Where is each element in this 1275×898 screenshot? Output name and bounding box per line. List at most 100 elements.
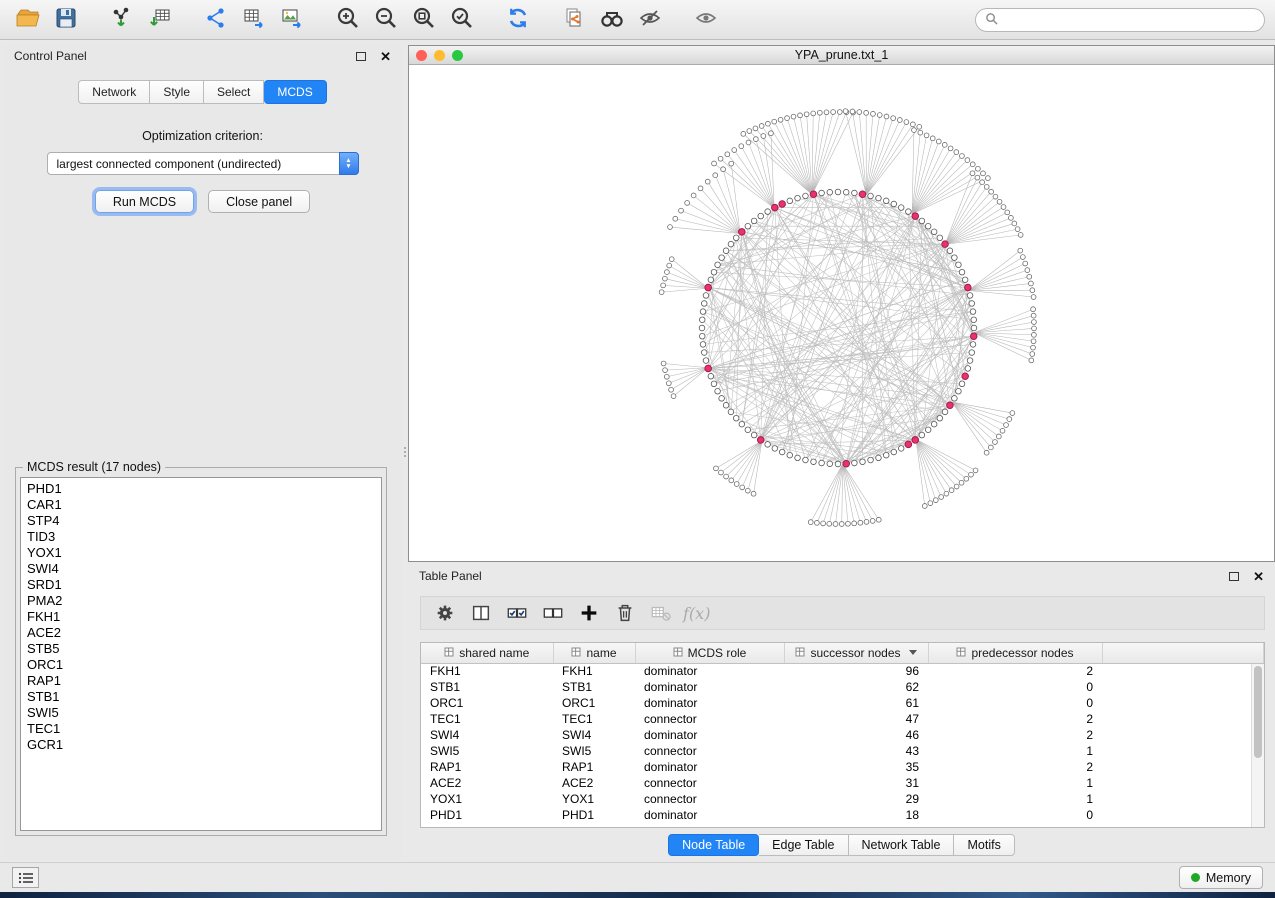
zoom-selected-button[interactable] <box>444 4 480 36</box>
cell-mcds-role: connector <box>635 775 784 791</box>
cell-shared-name: STB1 <box>421 679 553 695</box>
table-settings-button[interactable] <box>431 600 458 626</box>
dropdown-stepper-icon: ▲▼ <box>339 152 359 175</box>
zoom-in-button[interactable] <box>330 4 366 36</box>
cell-name: RAP1 <box>553 759 635 775</box>
optimization-criterion-dropdown[interactable]: largest connected component (undirected)… <box>47 152 359 175</box>
create-column-button[interactable] <box>575 600 602 626</box>
cell-predecessor-nodes: 1 <box>928 775 1102 791</box>
export-image-button[interactable] <box>274 4 310 36</box>
show-columns-button[interactable] <box>467 600 494 626</box>
zoom-out-button[interactable] <box>368 4 404 36</box>
mcds-result-item[interactable]: PMA2 <box>27 593 381 609</box>
table-row[interactable]: PHD1PHD1dominator180 <box>421 807 1264 823</box>
copy-network-button[interactable] <box>556 4 592 36</box>
tab-edge-table[interactable]: Edge Table <box>759 834 848 856</box>
node-table: shared namenameMCDS rolesuccessor nodesp… <box>420 642 1265 828</box>
float-panel-icon[interactable] <box>356 52 366 61</box>
cell-filler <box>1102 759 1264 775</box>
table-row[interactable]: FKH1FKH1dominator962 <box>421 663 1264 679</box>
column-header-name[interactable]: name <box>553 643 635 663</box>
task-history-button[interactable] <box>12 867 39 888</box>
table-row[interactable]: STB1STB1dominator620 <box>421 679 1264 695</box>
import-network-button[interactable] <box>104 4 140 36</box>
cell-shared-name: ORC1 <box>421 695 553 711</box>
cell-predecessor-nodes: 2 <box>928 711 1102 727</box>
window-maximize-traffic-light[interactable] <box>452 50 463 61</box>
mcds-result-item[interactable]: YOX1 <box>27 545 381 561</box>
network-window-titlebar[interactable]: YPA_prune.txt_1 <box>409 46 1274 65</box>
run-mcds-button[interactable]: Run MCDS <box>95 190 194 213</box>
tab-motifs[interactable]: Motifs <box>954 834 1014 856</box>
mcds-result-item[interactable]: RAP1 <box>27 673 381 689</box>
table-row[interactable]: SWI5SWI5connector431 <box>421 743 1264 759</box>
memory-button[interactable]: Memory <box>1179 866 1263 889</box>
column-grid-icon <box>795 646 805 660</box>
mcds-result-item[interactable]: PHD1 <box>27 481 381 497</box>
mcds-result-item[interactable]: GCR1 <box>27 737 381 753</box>
close-table-panel-icon[interactable]: ✕ <box>1253 570 1264 583</box>
global-search-box[interactable] <box>975 8 1265 32</box>
delete-column-button[interactable] <box>611 600 638 626</box>
tab-select[interactable]: Select <box>204 80 264 104</box>
tab-node-table[interactable]: Node Table <box>668 834 759 856</box>
mcds-result-item[interactable]: SWI4 <box>27 561 381 577</box>
cell-shared-name: PHD1 <box>421 807 553 823</box>
mcds-result-item[interactable]: STB5 <box>27 641 381 657</box>
mcds-result-item[interactable]: STB1 <box>27 689 381 705</box>
column-header-predecessor-nodes[interactable]: predecessor nodes <box>928 643 1102 663</box>
mcds-result-item[interactable]: FKH1 <box>27 609 381 625</box>
mcds-result-item[interactable]: TEC1 <box>27 721 381 737</box>
window-close-traffic-light[interactable] <box>416 50 427 61</box>
select-all-rows-button[interactable] <box>503 600 530 626</box>
scrollbar-thumb[interactable] <box>1254 666 1262 758</box>
cell-mcds-role: dominator <box>635 679 784 695</box>
network-canvas[interactable] <box>409 65 1274 561</box>
window-minimize-traffic-light[interactable] <box>434 50 445 61</box>
open-session-button[interactable] <box>10 4 46 36</box>
cell-name: SWI5 <box>553 743 635 759</box>
tab-network-table[interactable]: Network Table <box>849 834 955 856</box>
show-visual-properties-button[interactable] <box>688 4 724 36</box>
mcds-result-item[interactable]: TID3 <box>27 529 381 545</box>
column-header-mcds-role[interactable]: MCDS role <box>635 643 784 663</box>
table-row[interactable]: ACE2ACE2connector311 <box>421 775 1264 791</box>
mcds-result-item[interactable]: SWI5 <box>27 705 381 721</box>
import-table-button[interactable] <box>142 4 178 36</box>
deselect-all-rows-button[interactable] <box>539 600 566 626</box>
save-session-button[interactable] <box>48 4 84 36</box>
tab-network[interactable]: Network <box>78 80 150 104</box>
search-network-button[interactable] <box>594 4 630 36</box>
table-row[interactable]: TEC1TEC1connector472 <box>421 711 1264 727</box>
mcds-result-item[interactable]: STP4 <box>27 513 381 529</box>
mcds-result-item[interactable]: ORC1 <box>27 657 381 673</box>
mcds-result-list[interactable]: PHD1CAR1STP4TID3YOX1SWI4SRD1PMA2FKH1ACE2… <box>20 477 382 831</box>
float-table-panel-icon[interactable] <box>1229 572 1239 581</box>
export-table-button[interactable] <box>236 4 272 36</box>
table-row[interactable]: RAP1RAP1dominator352 <box>421 759 1264 775</box>
tab-mcds[interactable]: MCDS <box>264 80 326 104</box>
apply-layout-button[interactable] <box>500 4 536 36</box>
zoom-fit-button[interactable] <box>406 4 442 36</box>
table-panel-title: Table Panel <box>419 569 482 583</box>
column-header-successor-nodes[interactable]: successor nodes <box>784 643 928 663</box>
export-network-button[interactable] <box>198 4 234 36</box>
table-scrollbar[interactable] <box>1251 664 1264 827</box>
mcds-result-item[interactable]: ACE2 <box>27 625 381 641</box>
table-row[interactable]: SWI4SWI4dominator462 <box>421 727 1264 743</box>
close-panel-icon[interactable]: ✕ <box>380 50 391 63</box>
status-bar: Memory <box>0 862 1275 892</box>
hide-visual-properties-button[interactable] <box>632 4 668 36</box>
column-header-shared-name[interactable]: shared name <box>421 643 553 663</box>
mcds-result-item[interactable]: SRD1 <box>27 577 381 593</box>
mcds-result-item[interactable]: CAR1 <box>27 497 381 513</box>
cell-successor-nodes: 43 <box>784 743 928 759</box>
sort-caret-icon[interactable] <box>909 650 917 655</box>
cell-filler <box>1102 711 1264 727</box>
close-panel-button[interactable]: Close panel <box>208 190 310 213</box>
table-row[interactable]: ORC1ORC1dominator610 <box>421 695 1264 711</box>
cell-mcds-role: connector <box>635 791 784 807</box>
search-input[interactable] <box>1004 13 1255 27</box>
table-row[interactable]: YOX1YOX1connector291 <box>421 791 1264 807</box>
tab-style[interactable]: Style <box>150 80 204 104</box>
